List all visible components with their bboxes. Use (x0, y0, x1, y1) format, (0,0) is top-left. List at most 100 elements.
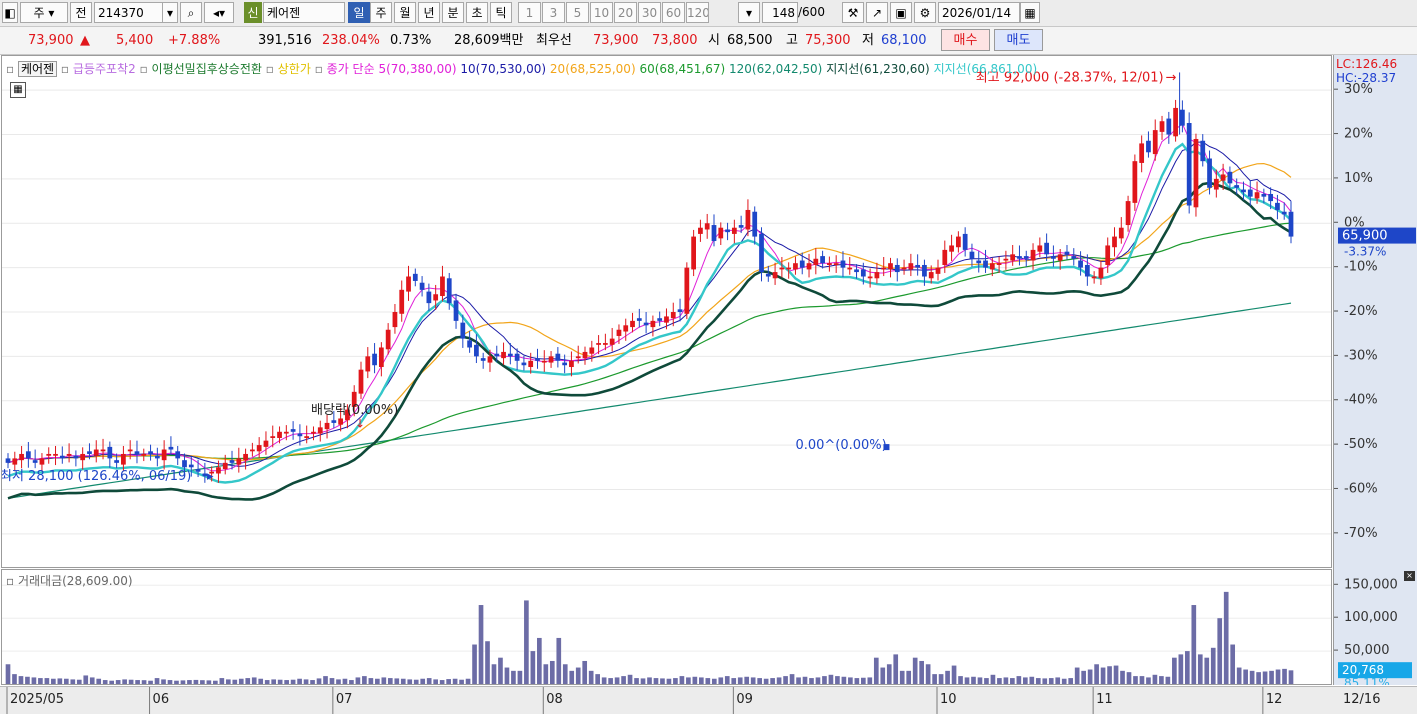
volume-bar (128, 679, 134, 684)
volume-bar (439, 680, 445, 684)
interval-button-20[interactable]: 20 (614, 2, 637, 23)
volume-bar (25, 676, 30, 684)
market-label: 주 (33, 6, 45, 20)
volume-bar (776, 677, 782, 684)
interval-button-30[interactable]: 30 (638, 2, 661, 23)
price-chart-panel[interactable]: 최고 92,000 (-28.37%, 12/01) → 최저 28,100 (12… (1, 55, 1332, 568)
volume-bar (828, 674, 834, 684)
volume-chart-panel[interactable]: ▫ 거래대금(28,609.00) (1, 569, 1332, 685)
lc-label: LC:126.46 (1336, 57, 1398, 71)
candle-body (39, 458, 45, 465)
candle-body (412, 273, 418, 281)
volume-bar (375, 678, 380, 684)
period-button-2[interactable]: 월 (394, 2, 416, 23)
legend-ma-type[interactable]: 종가 단순 (327, 62, 375, 76)
volume-bar (1087, 669, 1093, 684)
candle-body (399, 289, 405, 314)
volume-bar (543, 664, 549, 684)
volume-bar (679, 676, 685, 684)
window-menu-icon[interactable]: ◧ (2, 2, 18, 23)
legend-indicator-1[interactable]: 급등주포착2 (73, 62, 136, 76)
volume-bar (316, 678, 322, 684)
volume-bar (1184, 651, 1190, 684)
volume-bar (1146, 677, 1151, 684)
candle-body (1051, 256, 1056, 259)
period-button-0[interactable]: 일 (348, 2, 370, 23)
interval-dropdown-icon[interactable]: ▾ (738, 2, 760, 23)
candle-body (1098, 267, 1104, 279)
period-button-4[interactable]: 분 (442, 2, 464, 23)
date-input[interactable]: 2026/01/14 (938, 2, 1020, 23)
volume-bar (958, 676, 963, 684)
grid-toggle-icon[interactable]: ▦ (10, 82, 26, 98)
candle-settings-icon[interactable]: ⚒ (842, 2, 864, 23)
period-button-5[interactable]: 초 (466, 2, 488, 23)
candle-body (372, 353, 377, 366)
volume-bar (666, 678, 672, 684)
gear-icon[interactable]: ⚙ (914, 2, 936, 23)
axis-tick-label: -50% (1344, 437, 1378, 452)
interval-button-5[interactable]: 5 (566, 2, 589, 23)
x-axis-label: 12 (1266, 692, 1283, 707)
candle-body (168, 446, 174, 450)
trend-line-icon[interactable]: ↗ (866, 2, 888, 23)
candle-body (256, 445, 262, 452)
scope-button[interactable]: 전 (70, 2, 92, 23)
volume-bar (141, 680, 147, 684)
candle-body (141, 453, 147, 456)
volume-title[interactable]: 거래대금(28,609.00) (18, 574, 133, 588)
stock-name-field[interactable]: 케어젠 (263, 2, 345, 23)
candle-body (487, 356, 493, 363)
price-chart: 최고 92,000 (-28.37%, 12/01) →최저 28,100 (12… (2, 70, 1331, 535)
candle-body (718, 227, 724, 239)
interval-button-1[interactable]: 1 (518, 2, 541, 23)
candle-body (969, 251, 975, 259)
zero-annotation: 0.00^(0.00%) (795, 438, 886, 453)
volume-bar (530, 651, 536, 684)
volume-bar (608, 678, 613, 684)
legend-indicator-3[interactable]: 상한가 (278, 62, 311, 76)
candle-body (827, 263, 832, 265)
search-icon[interactable]: ⌕ (180, 2, 202, 23)
buy-button[interactable]: 매수 (941, 29, 990, 51)
candle-body (602, 343, 608, 345)
interval-button-120[interactable]: 120 (686, 2, 709, 23)
legend-indicator-2[interactable]: 이평선밀집후상승전환 (152, 62, 262, 76)
interval-button-10[interactable]: 10 (590, 2, 613, 23)
candle-body (562, 362, 568, 366)
volume-bar (1003, 677, 1009, 684)
interval-button-60[interactable]: 60 (662, 2, 685, 23)
candle-body (1261, 193, 1267, 197)
volume-bar (886, 664, 892, 684)
period-button-3[interactable]: 년 (418, 2, 440, 23)
candle-body (114, 460, 119, 463)
interval-button-3[interactable]: 3 (542, 2, 565, 23)
save-icon[interactable]: ▣ (890, 2, 912, 23)
period-button-6[interactable]: 틱 (490, 2, 512, 23)
candle-body (989, 263, 995, 270)
volume-bar (951, 665, 957, 684)
volume-bar (83, 675, 89, 684)
legend-stock-name[interactable]: 케어젠 (17, 61, 58, 77)
volume-bar (1081, 670, 1086, 684)
volume-panel-close-icon[interactable]: × (1404, 571, 1415, 581)
volume-bar (1100, 667, 1106, 684)
volume-bar (711, 678, 717, 684)
speaker-icon[interactable]: ◂▾ (204, 2, 234, 23)
market-select[interactable]: 주 ▾ (20, 2, 68, 23)
period-button-1[interactable]: 주 (370, 2, 392, 23)
candle-body (1180, 109, 1185, 126)
volume-bar (724, 676, 730, 684)
candle-body (623, 325, 629, 332)
calendar-icon[interactable]: ▦ (1020, 2, 1040, 23)
candle-body (1125, 201, 1131, 226)
bar-count-input[interactable]: 148 (762, 2, 798, 23)
code-dropdown-icon[interactable]: ▾ (162, 2, 178, 23)
candle-body (813, 258, 819, 265)
volume-bar (258, 678, 264, 684)
candle-body (1220, 174, 1226, 181)
sell-button[interactable]: 매도 (994, 29, 1043, 51)
volume-bar (485, 641, 490, 684)
volume-bar (504, 667, 510, 684)
volume-bar (750, 677, 756, 684)
